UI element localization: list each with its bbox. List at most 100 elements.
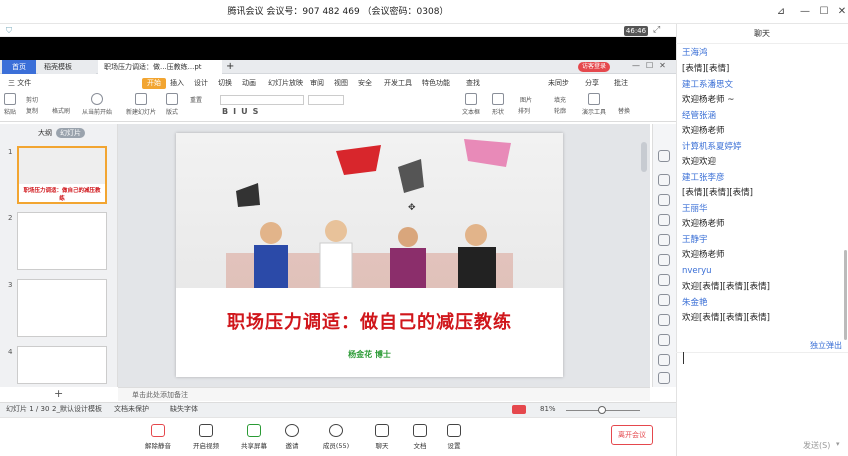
slide-thumbnail[interactable] bbox=[17, 279, 107, 337]
chat-input[interactable] bbox=[676, 352, 848, 436]
members-icon bbox=[329, 424, 343, 437]
settings-button[interactable]: 设置 bbox=[434, 424, 474, 450]
editor-scrollbar[interactable] bbox=[641, 142, 647, 172]
menu-search[interactable]: 查找 bbox=[466, 75, 480, 91]
shape-icon bbox=[492, 93, 504, 105]
tab-slides[interactable]: 幻灯片 bbox=[56, 128, 85, 138]
slide-photo bbox=[176, 133, 563, 289]
menu-insert[interactable]: 插入 bbox=[170, 75, 184, 91]
menu-file[interactable]: 三 文件 bbox=[8, 75, 31, 91]
unmute-button[interactable]: 解除静音 bbox=[138, 424, 178, 450]
meeting-timer: 46:46 bbox=[624, 26, 648, 36]
wps-window-controls[interactable]: —☐✕ bbox=[632, 61, 672, 70]
protect-status[interactable]: 文档未保护 bbox=[114, 402, 149, 417]
menu-slideshow[interactable]: 幻灯片放映 bbox=[268, 75, 303, 91]
fullscreen-icon[interactable]: ⤢ bbox=[653, 25, 660, 35]
slide-title[interactable]: 职场压力调适：做自己的减压教练 bbox=[176, 308, 563, 334]
members-button[interactable]: 成员(55) bbox=[316, 424, 356, 450]
video-strip bbox=[0, 37, 676, 60]
menu-share[interactable]: 分享 bbox=[585, 75, 599, 91]
video-button[interactable]: 开启视频 bbox=[186, 424, 226, 450]
maximize-icon[interactable]: ☐ bbox=[816, 4, 832, 20]
tool-icon[interactable] bbox=[658, 254, 670, 266]
menu-start[interactable]: 开始 bbox=[142, 78, 166, 89]
menu-unsynced[interactable]: 未同步 bbox=[548, 75, 569, 91]
menu-design[interactable]: 设计 bbox=[194, 75, 208, 91]
menu-animation[interactable]: 动画 bbox=[242, 75, 256, 91]
slide-thumbnail[interactable] bbox=[17, 346, 107, 384]
chat-message: [表情][表情] bbox=[682, 64, 730, 74]
thumbnail-photo bbox=[19, 148, 105, 184]
chat-message: 欢迎杨老师 bbox=[682, 126, 725, 136]
chevron-down-icon[interactable]: ▾ bbox=[836, 440, 840, 448]
thumbnail-title: 职场压力调适：做自己的减压教练 bbox=[23, 188, 101, 202]
slide-thumbnail[interactable]: 职场压力调适：做自己的减压教练 bbox=[17, 146, 107, 204]
template-name: 2_默认设计模板 bbox=[52, 405, 102, 413]
chat-sender: 王丽华 bbox=[682, 204, 708, 214]
missing-font[interactable]: 缺失字体 bbox=[170, 402, 198, 417]
add-user-icon bbox=[285, 424, 299, 437]
chat-scrollbar[interactable] bbox=[844, 250, 847, 340]
tool-icon[interactable] bbox=[658, 234, 670, 246]
pin-icon[interactable]: ⊿ bbox=[773, 4, 789, 20]
tab-document[interactable]: 职场压力调适：做...压教练...pt bbox=[98, 60, 222, 74]
tool-icon[interactable] bbox=[658, 214, 670, 226]
menu-comment[interactable]: 批注 bbox=[614, 75, 628, 91]
menu-developer[interactable]: 开发工具 bbox=[384, 75, 412, 91]
text-format-group[interactable]: BIUS bbox=[222, 107, 263, 116]
tool-icon[interactable] bbox=[658, 314, 670, 326]
chat-message: 欢迎[表情][表情][表情] bbox=[682, 313, 770, 323]
tab-home[interactable]: 首页 bbox=[2, 60, 36, 74]
chat-sender: 王海鸿 bbox=[682, 48, 708, 58]
tool-icon[interactable] bbox=[658, 294, 670, 306]
notes-area[interactable]: 单击此处添加备注 bbox=[118, 387, 650, 401]
send-button[interactable]: 发送(S) bbox=[803, 440, 830, 451]
tool-icon[interactable] bbox=[658, 174, 670, 186]
leave-meeting-button[interactable]: 离开会议 bbox=[611, 425, 653, 445]
chat-message: 欢迎杨老师 bbox=[682, 250, 725, 260]
tool-icon[interactable] bbox=[658, 354, 670, 366]
picture-button[interactable]: 图片 bbox=[520, 95, 532, 121]
new-slide-button[interactable]: 新建幻灯片 bbox=[126, 93, 156, 119]
chat-message: 欢迎欢迎 bbox=[682, 157, 717, 167]
chat-sender: 建工系潘思文 bbox=[682, 80, 734, 90]
minimize-icon[interactable]: — bbox=[797, 4, 813, 20]
menu-view[interactable]: 视图 bbox=[334, 75, 348, 91]
slide-author[interactable]: 杨金花 博士 bbox=[176, 349, 563, 360]
menu-review[interactable]: 审阅 bbox=[310, 75, 324, 91]
add-tab-icon[interactable]: + bbox=[226, 60, 234, 74]
menu-transition[interactable]: 切换 bbox=[218, 75, 232, 91]
play-slideshow-icon[interactable] bbox=[512, 405, 526, 414]
menu-features[interactable]: 特色功能 bbox=[422, 75, 450, 91]
share-screen-button[interactable]: 共享屏幕 bbox=[234, 424, 274, 450]
zoom-handle[interactable] bbox=[598, 406, 606, 414]
play-from-current-button[interactable]: 从当前开始 bbox=[82, 93, 112, 119]
chat-sender: nveryu bbox=[682, 266, 712, 276]
paste-button[interactable]: 粘贴 bbox=[4, 93, 16, 119]
menu-security[interactable]: 安全 bbox=[358, 75, 372, 91]
font-size-select[interactable] bbox=[308, 95, 344, 105]
reset-button[interactable]: 重置 bbox=[190, 95, 202, 121]
textbox-button[interactable]: 文本框 bbox=[462, 93, 480, 119]
chat-button[interactable]: 聊天 bbox=[362, 424, 402, 450]
shape-button[interactable]: 形状 bbox=[492, 93, 504, 119]
layout-button[interactable]: 版式 bbox=[166, 93, 178, 119]
add-slide-icon[interactable]: + bbox=[54, 387, 63, 400]
chat-sender: 经管张涵 bbox=[682, 111, 717, 121]
tool-icon[interactable] bbox=[658, 372, 670, 384]
tab-outline[interactable]: 大纲 bbox=[34, 128, 56, 138]
close-icon[interactable]: ✕ bbox=[834, 4, 848, 20]
tab-template[interactable]: 稻壳模板 bbox=[38, 60, 96, 74]
slide-canvas[interactable]: 职场压力调适：做自己的减压教练 杨金花 博士 bbox=[176, 133, 563, 377]
tool-icon[interactable] bbox=[658, 274, 670, 286]
present-tools-button[interactable]: 演示工具 bbox=[582, 93, 606, 119]
font-select[interactable] bbox=[220, 95, 304, 105]
tool-icon[interactable] bbox=[658, 194, 670, 206]
login-button[interactable]: 访客登录 bbox=[578, 62, 611, 72]
popout-button[interactable]: 独立弹出 bbox=[810, 340, 842, 351]
slide-number: 2 bbox=[8, 214, 13, 222]
tool-icon[interactable] bbox=[658, 334, 670, 346]
slide-thumbnail[interactable] bbox=[17, 212, 107, 270]
invite-button[interactable]: 邀请 bbox=[272, 424, 312, 450]
tool-icon[interactable] bbox=[658, 150, 670, 162]
